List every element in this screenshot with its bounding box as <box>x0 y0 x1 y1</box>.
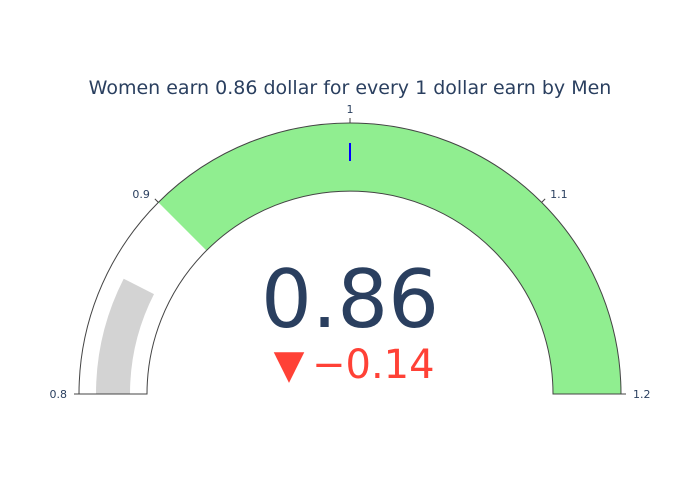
delta-down-icon: ▼ <box>274 342 305 388</box>
delta-value: −0.14 <box>312 342 435 388</box>
gauge-value: 0.86 <box>261 253 439 346</box>
gauge-tick-label: 1.1 <box>550 188 568 201</box>
gauge-tick-label: 1.2 <box>633 388 651 401</box>
gauge-tick-label: 0.9 <box>132 188 150 201</box>
gauge-tick-3 <box>541 198 546 203</box>
gauge-tick-1 <box>154 198 159 203</box>
chart-title: Women earn 0.86 dollar for every 1 dolla… <box>89 77 612 99</box>
gauge-chart: Women earn 0.86 dollar for every 1 dolla… <box>50 77 651 401</box>
gauge-tick-label: 0.8 <box>50 388 68 401</box>
gauge-tick-label: 1 <box>347 103 354 116</box>
delta-indicator: ▼ −0.14 <box>274 342 435 388</box>
